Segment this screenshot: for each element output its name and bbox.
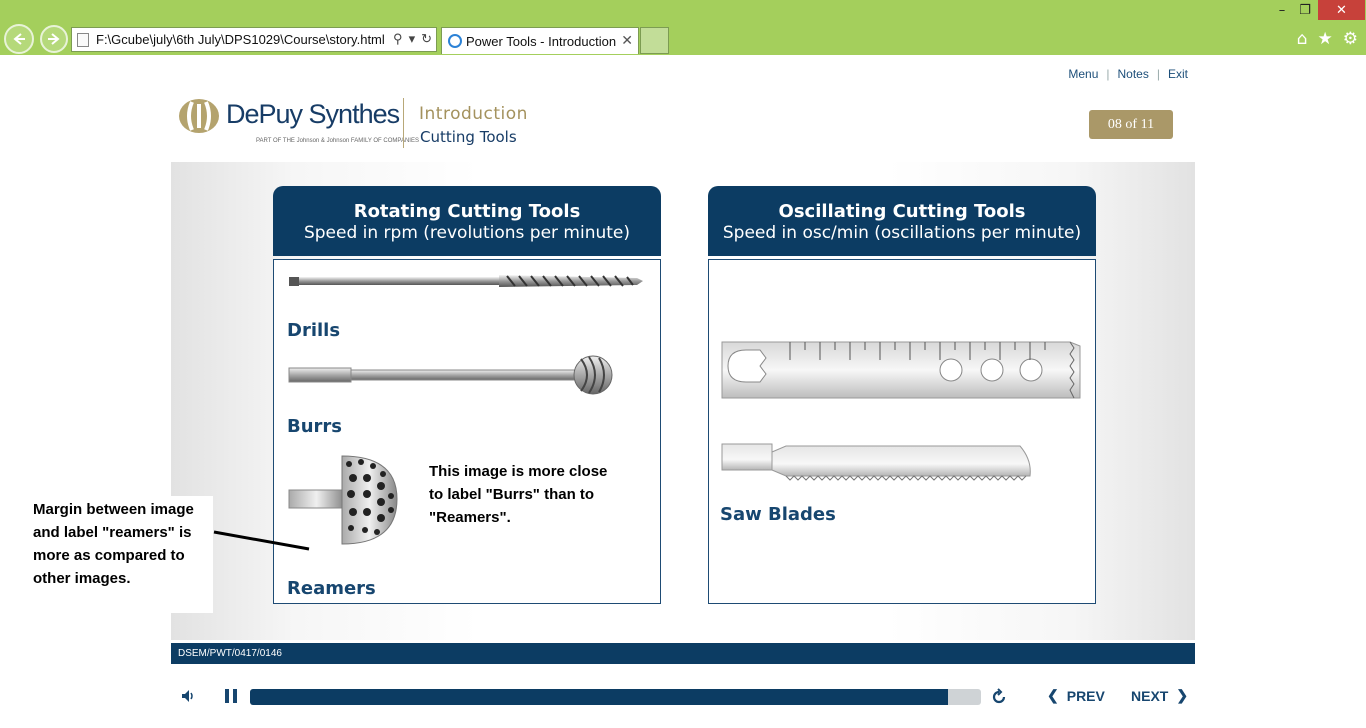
browser-logo-icon xyxy=(448,34,462,48)
saw-blade-image xyxy=(721,341,1081,399)
pause-button[interactable] xyxy=(222,687,240,705)
divider: | xyxy=(1106,67,1110,81)
menu-link[interactable]: Menu xyxy=(1068,67,1098,81)
pause-icon xyxy=(225,689,237,703)
drills-label: Drills xyxy=(287,320,341,341)
logo-tagline: PART OF THE Johnson & Johnson FAMILY OF … xyxy=(256,138,419,144)
next-button[interactable]: NEXT ❯ xyxy=(1131,687,1188,704)
forward-icon xyxy=(48,33,60,45)
progress-bar[interactable] xyxy=(250,689,981,705)
annotation-arrow xyxy=(213,530,310,551)
prev-label: PREV xyxy=(1066,687,1105,704)
volume-icon[interactable] xyxy=(179,687,197,705)
prev-button[interactable]: ❮ PREV xyxy=(1047,687,1105,704)
replay-icon xyxy=(992,688,1006,704)
drill-image xyxy=(289,275,643,287)
margin-annotation: Margin between image and label "reamers"… xyxy=(20,496,213,613)
saw-blades-label: Saw Blades xyxy=(720,504,836,525)
close-icon[interactable]: ✕ xyxy=(621,32,633,49)
section-subtitle: Cutting Tools xyxy=(420,128,517,146)
reamers-label: Reamers xyxy=(287,578,376,599)
next-label: NEXT xyxy=(1131,687,1169,704)
footer-code-bar: DSEM/PWT/0417/0146 xyxy=(171,643,1195,664)
gear-icon[interactable]: ⚙ xyxy=(1343,29,1358,49)
refresh-icon[interactable]: ↻ xyxy=(421,31,432,47)
burr-image xyxy=(288,355,613,395)
close-icon: ✕ xyxy=(1336,2,1347,18)
oscillating-title: Oscillating Cutting Tools xyxy=(778,201,1026,222)
page-counter-badge: 08 of 11 xyxy=(1089,110,1173,139)
oscillating-panel xyxy=(708,259,1096,604)
browser-tab[interactable]: Power Tools - Introduction ✕ xyxy=(441,27,639,54)
rotating-panel-header: Rotating Cutting Tools Speed in rpm (rev… xyxy=(273,186,661,256)
chevron-right-icon: ❯ xyxy=(1176,687,1189,703)
forward-button[interactable] xyxy=(40,25,68,53)
star-icon[interactable]: ★ xyxy=(1318,29,1333,49)
player-controls: ❮ PREV NEXT ❯ xyxy=(171,680,1195,714)
image-annotation: This image is more close to label "Burrs… xyxy=(429,463,608,526)
company-logo: DePuy Synthes PART OF THE Johnson & John… xyxy=(178,98,419,144)
rotating-title: Rotating Cutting Tools xyxy=(353,201,581,222)
burrs-label: Burrs xyxy=(287,416,343,437)
new-tab-button[interactable] xyxy=(640,27,669,54)
page-icon xyxy=(77,33,89,47)
back-icon xyxy=(13,33,25,45)
address-text[interactable]: F:\Gcube\july\6th July\DPS1029\Course\st… xyxy=(96,32,385,47)
section-title: Introduction xyxy=(419,104,528,124)
address-bar[interactable]: F:\Gcube\july\6th July\DPS1029\Course\st… xyxy=(71,27,437,52)
back-button[interactable] xyxy=(4,24,34,54)
progress-fill xyxy=(250,689,949,705)
chevron-down-icon[interactable]: ▾ xyxy=(409,31,416,47)
oscillating-panel-header: Oscillating Cutting Tools Speed in osc/m… xyxy=(708,186,1096,256)
footer-code: DSEM/PWT/0417/0146 xyxy=(178,648,282,659)
window-close-button[interactable]: ✕ xyxy=(1318,0,1365,20)
notes-link[interactable]: Notes xyxy=(1118,67,1149,81)
browser-chrome: F:\Gcube\july\6th July\DPS1029\Course\st… xyxy=(0,0,1366,55)
search-icon[interactable]: ⚲ xyxy=(393,31,403,47)
home-icon[interactable]: ⌂ xyxy=(1297,29,1308,49)
tab-title: Power Tools - Introduction xyxy=(466,33,617,49)
exit-link[interactable]: Exit xyxy=(1168,67,1188,81)
logo-mark-icon xyxy=(178,98,220,134)
rotating-subtitle: Speed in rpm (revolutions per minute) xyxy=(303,223,631,243)
header-divider xyxy=(403,98,404,148)
oscillating-subtitle: Speed in osc/min (oscillations per minut… xyxy=(722,223,1082,243)
restore-icon: ❐ xyxy=(1299,2,1311,18)
divider: | xyxy=(1156,67,1160,81)
top-links: Menu | Notes | Exit xyxy=(1068,67,1188,81)
saw-blade-image xyxy=(721,443,1031,481)
logo-name: DePuy Synthes xyxy=(226,99,400,129)
replay-button[interactable] xyxy=(989,687,1009,707)
chevron-left-icon: ❮ xyxy=(1047,687,1059,703)
